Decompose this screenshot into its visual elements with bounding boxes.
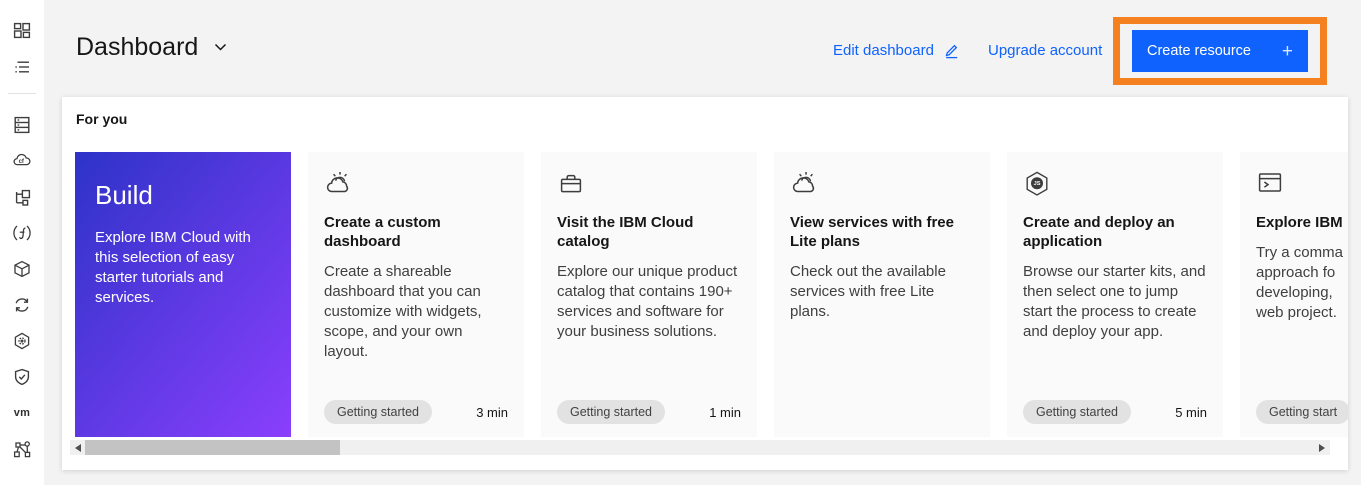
edit-pencil-icon — [943, 42, 960, 59]
card-title: Create and deploy an application — [1023, 213, 1207, 251]
scroll-right-arrow-icon[interactable] — [1319, 444, 1325, 452]
card-footer: Getting started 5 min — [1023, 400, 1207, 424]
registry-hexagon-icon[interactable] — [12, 331, 32, 351]
scrollbar-thumb[interactable] — [85, 440, 340, 455]
duration-label: 5 min — [1175, 405, 1207, 420]
card-title: View services with free Lite plans — [790, 213, 974, 251]
card-title: Visit the IBM Cloud catalog — [557, 213, 741, 251]
description-line: web project. — [1256, 303, 1348, 323]
sync-icon[interactable] — [12, 295, 32, 315]
catalog-icon — [557, 170, 741, 200]
network-graph-icon[interactable] — [12, 439, 32, 459]
card-description: Browse our starter kits, and then select… — [1023, 262, 1207, 342]
edit-dashboard-link[interactable]: Edit dashboard — [833, 42, 960, 59]
partly-cloudy-icon — [790, 170, 974, 200]
list-icon[interactable] — [12, 57, 32, 77]
card-footer: Getting started 3 min — [324, 400, 508, 424]
js-hexagon-icon: JS — [1023, 170, 1207, 200]
flow-icon[interactable] — [12, 187, 32, 207]
description-line: Try a comma — [1256, 243, 1348, 263]
svg-text:JS: JS — [1034, 181, 1041, 187]
upgrade-account-link[interactable]: Upgrade account — [988, 42, 1102, 59]
content-panel: For you Build Explore IBM Cloud with thi… — [62, 97, 1348, 470]
duration-label: 1 min — [709, 405, 741, 420]
card-lite-plans[interactable]: View services with free Lite plans Check… — [774, 152, 990, 437]
edit-dashboard-label: Edit dashboard — [833, 42, 934, 59]
vm-icon[interactable]: vm — [12, 403, 32, 423]
category-badge: Getting started — [1023, 400, 1131, 424]
create-resource-label: Create resource — [1147, 43, 1251, 59]
dashboard-grid-icon[interactable] — [12, 21, 32, 41]
functions-icon[interactable] — [12, 223, 32, 243]
card-description: Create a shareable dashboard that you ca… — [324, 262, 508, 362]
page-title: Dashboard — [76, 33, 198, 62]
card-description: Try a comma approach fo developing, web … — [1256, 243, 1348, 323]
sidebar-divider — [8, 93, 36, 94]
package-icon[interactable] — [12, 259, 32, 279]
terminal-icon — [1256, 170, 1348, 200]
stack-icon[interactable] — [12, 115, 32, 135]
create-resource-button[interactable]: Create resource + — [1132, 30, 1308, 72]
chevron-down-icon[interactable] — [214, 43, 227, 52]
card-create-deploy-app[interactable]: JS Create and deploy an application Brow… — [1007, 152, 1223, 437]
cards-row: Build Explore IBM Cloud with this select… — [75, 152, 1348, 437]
card-description: Check out the available services with fr… — [790, 262, 974, 322]
partly-cloudy-icon — [324, 170, 508, 200]
card-title: Explore IBM — [1256, 213, 1348, 232]
card-visit-catalog[interactable]: Visit the IBM Cloud catalog Explore our … — [541, 152, 757, 437]
horizontal-scrollbar[interactable] — [70, 440, 1330, 455]
page-header: Dashboard — [76, 33, 227, 62]
category-badge: Getting start — [1256, 400, 1348, 424]
card-description: Explore IBM Cloud with this selection of… — [95, 228, 275, 308]
card-footer: Getting start — [1256, 400, 1348, 424]
card-title: Create a custom dashboard — [324, 213, 508, 251]
scroll-left-arrow-icon[interactable] — [75, 444, 81, 452]
plus-icon: + — [1282, 42, 1293, 61]
description-line: approach fo — [1256, 263, 1348, 283]
category-badge: Getting started — [557, 400, 665, 424]
cloud-foundry-icon[interactable]: cf — [12, 151, 32, 171]
left-sidebar: cf — [0, 0, 44, 485]
card-create-custom-dashboard[interactable]: Create a custom dashboard Create a share… — [308, 152, 524, 437]
section-title: For you — [76, 111, 127, 127]
card-description: Explore our unique product catalog that … — [557, 262, 741, 342]
card-footer: Getting started 1 min — [557, 400, 741, 424]
duration-label: 3 min — [476, 405, 508, 420]
annotation-highlight-box: Create resource + — [1113, 17, 1327, 85]
card-build[interactable]: Build Explore IBM Cloud with this select… — [75, 152, 291, 437]
upgrade-account-label: Upgrade account — [988, 42, 1102, 59]
card-explore-ibm[interactable]: Explore IBM Try a comma approach fo deve… — [1240, 152, 1348, 437]
shield-check-icon[interactable] — [12, 367, 32, 387]
category-badge: Getting started — [324, 400, 432, 424]
card-title: Build — [95, 180, 271, 211]
description-line: developing, — [1256, 283, 1348, 303]
